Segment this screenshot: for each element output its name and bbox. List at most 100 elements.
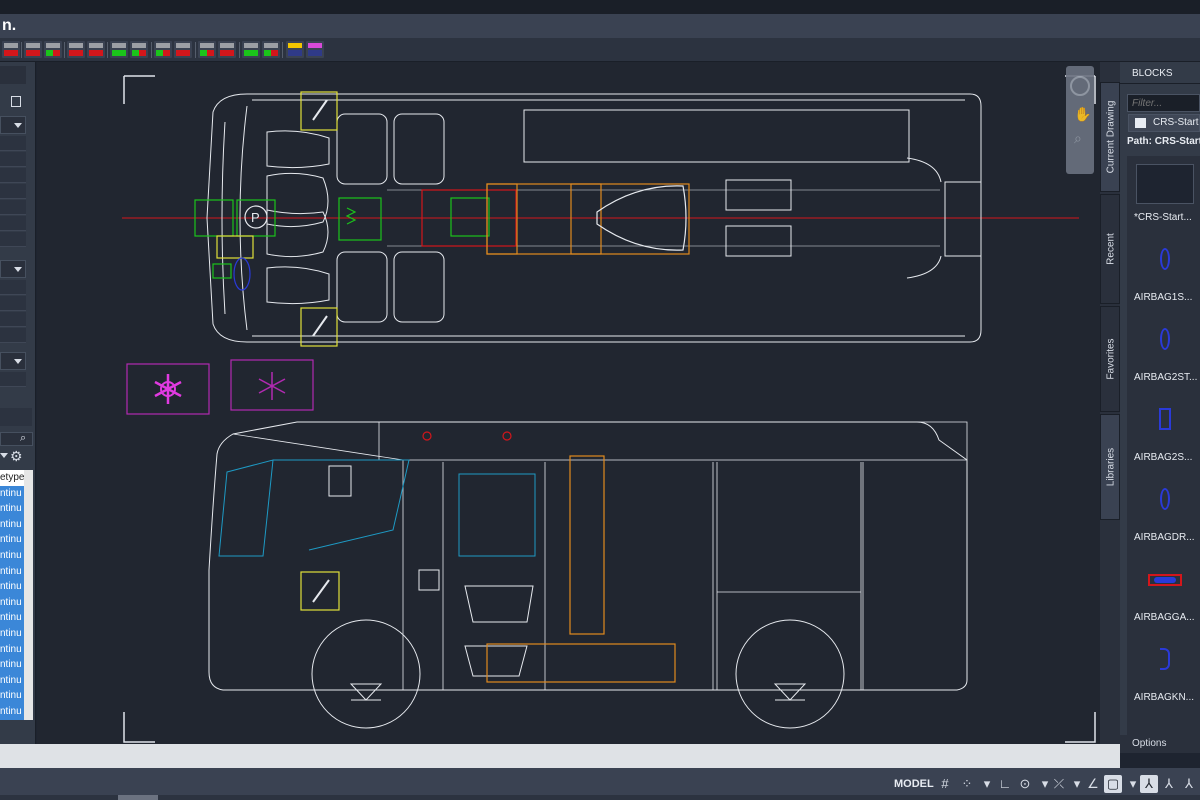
chevron-down-icon[interactable]: ▾ xyxy=(978,775,996,793)
layer-button[interactable] xyxy=(262,41,280,58)
section-dropdown[interactable] xyxy=(0,260,26,278)
layer-button[interactable] xyxy=(130,41,148,58)
navigation-bar[interactable]: ✋ ⌕ xyxy=(1066,66,1094,174)
block-item[interactable]: AIRBAGGA... xyxy=(1127,560,1200,652)
tab-recent[interactable]: Recent xyxy=(1100,194,1120,304)
property-row[interactable] xyxy=(0,136,26,151)
snap-icon[interactable]: ⁘ xyxy=(958,775,976,793)
block-label: AIRBAGGA... xyxy=(1134,612,1195,623)
layer-button[interactable] xyxy=(242,41,260,58)
blocks-palette: BLOCKS CRS-Startu Path: CRS-Start *CRS-S… xyxy=(1120,62,1200,744)
zoom-icon[interactable]: ⌕ xyxy=(1074,130,1082,147)
angle-icon[interactable]: ∠ xyxy=(1084,775,1102,793)
toolbar-divider xyxy=(239,42,240,58)
property-row[interactable] xyxy=(0,280,26,295)
airbag-oval-icon xyxy=(1136,244,1194,284)
layer-button[interactable] xyxy=(154,41,172,58)
property-row[interactable] xyxy=(0,232,26,247)
svg-text:P: P xyxy=(251,210,260,225)
layer-button[interactable] xyxy=(44,41,62,58)
object-type-dropdown[interactable] xyxy=(0,116,26,134)
tab-libraries[interactable]: Libraries xyxy=(1100,414,1120,520)
airbag-oval-icon xyxy=(1136,484,1194,524)
toolbar-divider xyxy=(151,42,152,58)
property-row[interactable] xyxy=(0,312,26,327)
linetype-search-input[interactable] xyxy=(0,432,33,446)
auto-scale-icon[interactable]: ⅄ xyxy=(1180,775,1198,793)
layer-button[interactable] xyxy=(174,41,192,58)
block-source-button[interactable]: CRS-Startu xyxy=(1128,114,1200,132)
layer-button[interactable] xyxy=(24,41,42,58)
block-item[interactable]: AIRBAG1S... xyxy=(1127,240,1200,332)
block-label: AIRBAG2ST... xyxy=(1134,372,1198,383)
layer-button[interactable] xyxy=(198,41,216,58)
filter-input[interactable] xyxy=(1127,94,1200,112)
layer-button[interactable] xyxy=(218,41,236,58)
pan-icon[interactable]: ✋ xyxy=(1074,106,1091,123)
property-row[interactable] xyxy=(0,184,26,199)
steering-wheel-icon[interactable] xyxy=(1070,76,1090,96)
palette-tabs: Current Drawing Recent Favorites Librari… xyxy=(1100,62,1120,744)
taskbar-strip xyxy=(0,795,1200,800)
property-row[interactable] xyxy=(0,296,26,311)
layer-button[interactable] xyxy=(87,41,105,58)
annotation-visibility-icon[interactable]: ⅄ xyxy=(1160,775,1178,793)
drawing-canvas[interactable]: P xyxy=(37,62,1117,744)
model-space-button[interactable]: MODEL xyxy=(894,776,934,792)
block-item[interactable]: AIRBAGKN... xyxy=(1127,640,1200,732)
scrollbar[interactable] xyxy=(24,470,33,720)
airbag-oval-icon xyxy=(1136,324,1194,364)
block-item[interactable]: AIRBAG2ST... xyxy=(1127,320,1200,412)
block-label: AIRBAGDR... xyxy=(1134,532,1195,543)
properties-panel: ⌕ ⚙ etype ntinu ntinu ntinu ntinu ntinu ntinu n… xyxy=(0,62,36,744)
tab-favorites[interactable]: Favorites xyxy=(1100,306,1120,412)
toolbar-divider xyxy=(21,42,22,58)
palette-title: BLOCKS xyxy=(1120,64,1200,84)
search-icon[interactable]: ⌕ xyxy=(20,432,26,445)
property-row[interactable] xyxy=(0,328,26,343)
active-task[interactable] xyxy=(118,795,158,800)
grid-icon[interactable]: # xyxy=(936,775,954,793)
block-source-label: CRS-Startu xyxy=(1153,117,1200,128)
block-label: AIRBAG2S... xyxy=(1134,452,1193,463)
command-line[interactable] xyxy=(0,744,1120,768)
chevron-down-icon[interactable] xyxy=(0,453,8,459)
object-snap-icon[interactable]: ▢ xyxy=(1104,775,1122,793)
block-item[interactable]: AIRBAG2S... xyxy=(1127,400,1200,492)
polar-icon[interactable]: ⊙ xyxy=(1016,775,1034,793)
app-logo[interactable]: n. xyxy=(0,16,16,36)
tab-label: Libraries xyxy=(1105,447,1117,487)
layer-toolbar xyxy=(0,38,1200,62)
section-dropdown[interactable] xyxy=(0,352,26,370)
property-row[interactable] xyxy=(0,152,26,167)
property-row[interactable] xyxy=(0,372,26,387)
snowflake-blocks xyxy=(126,359,314,415)
tab-label: Current Drawing xyxy=(1105,100,1117,174)
drawing-svg[interactable]: P xyxy=(37,62,1117,744)
block-item[interactable]: *CRS-Start... xyxy=(1127,160,1200,252)
layer-isolate-icon[interactable] xyxy=(306,41,324,58)
annotation-scale-icon[interactable]: ⅄ xyxy=(1140,775,1158,793)
property-row[interactable] xyxy=(0,200,26,215)
property-row[interactable] xyxy=(0,168,26,183)
select-objects-icon[interactable] xyxy=(11,96,21,107)
layer-button[interactable] xyxy=(67,41,85,58)
layer-properties-icon[interactable] xyxy=(286,41,304,58)
tab-label: Favorites xyxy=(1105,338,1117,380)
toolbar-divider xyxy=(107,42,108,58)
options-button[interactable]: Options xyxy=(1120,735,1200,753)
title-bar xyxy=(0,0,1200,14)
toolbar-divider xyxy=(195,42,196,58)
truck-side-symbols xyxy=(300,431,676,683)
layer-button[interactable] xyxy=(2,41,20,58)
linetype-list: etype ntinu ntinu ntinu ntinu ntinu ntinu ntinu… xyxy=(0,470,33,720)
layer-button[interactable] xyxy=(110,41,128,58)
gear-icon[interactable]: ⚙ xyxy=(10,448,23,465)
block-path-label: Path: CRS-Start xyxy=(1127,136,1200,147)
block-list: *CRS-Start... AIRBAG1S... AIRBAG2ST... AIRB… xyxy=(1127,156,1200,738)
osnap-track-icon[interactable]: ⤫ xyxy=(1050,775,1068,793)
ortho-icon[interactable]: ∟ xyxy=(996,775,1014,793)
block-item[interactable]: AIRBAGDR... xyxy=(1127,480,1200,572)
property-row[interactable] xyxy=(0,216,26,231)
tab-current-drawing[interactable]: Current Drawing xyxy=(1100,82,1120,192)
